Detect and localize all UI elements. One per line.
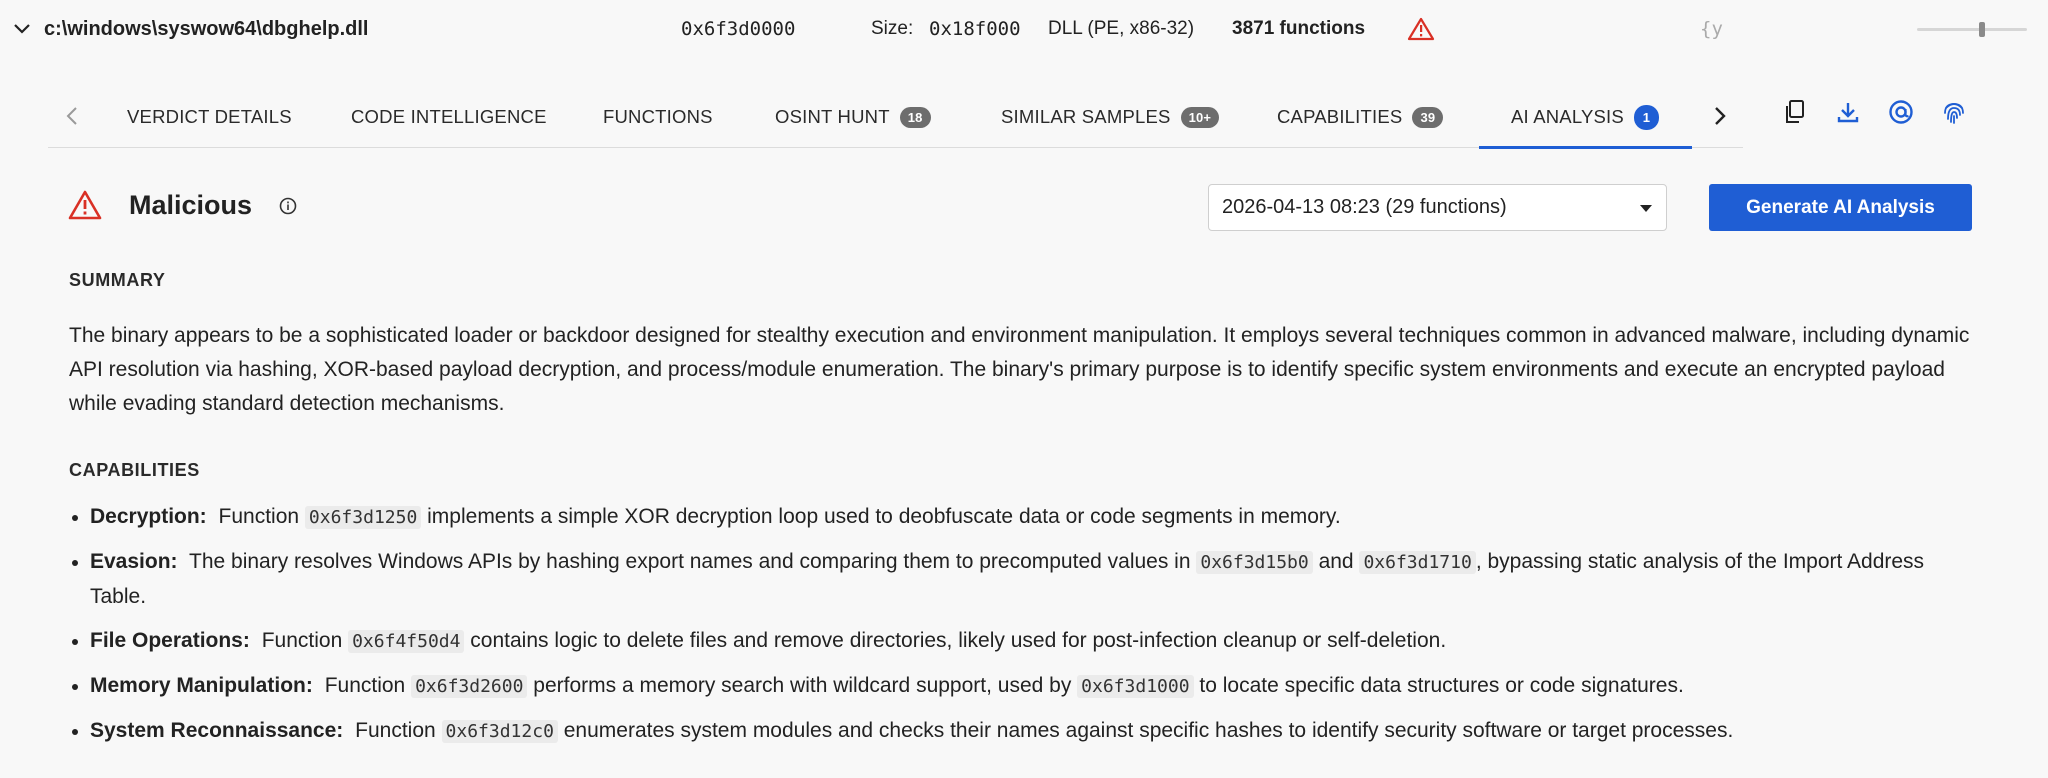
tab-osint-hunt[interactable]: OSINT HUNT 18: [775, 86, 931, 148]
malicious-warning-icon: [68, 190, 102, 225]
chevron-down-icon[interactable]: [10, 0, 34, 58]
capability-text: Function: [355, 719, 442, 742]
capability-text: to locate specific data structures or co…: [1193, 674, 1684, 697]
capability-text: Function: [261, 629, 349, 652]
capability-text: The binary resolves Windows APIs by hash…: [189, 550, 1197, 573]
base-address: 0x6f3d0000: [681, 18, 796, 40]
count-badge: 39: [1412, 106, 1444, 128]
tab-label: FUNCTIONS: [603, 106, 713, 127]
capability-item: Decryption: Function 0x6f3d1250 implemen…: [69, 500, 1979, 535]
caret-down-icon: [1640, 205, 1652, 212]
tab-scroll-right-icon[interactable]: [1706, 100, 1734, 132]
function-address[interactable]: 0x6f3d12c0: [441, 720, 558, 743]
capability-item: Memory Manipulation: Function 0x6f3d2600…: [69, 669, 1979, 704]
download-icon[interactable]: [1828, 92, 1868, 132]
tab-similar-samples[interactable]: SIMILAR SAMPLES 10+: [1001, 86, 1220, 148]
tab-label: CODE INTELLIGENCE: [351, 106, 547, 127]
analysis-version-select[interactable]: 2026-04-13 08:23 (29 functions): [1208, 184, 1667, 231]
function-address[interactable]: 0x6f3d1000: [1077, 675, 1194, 698]
capability-item: System Reconnaissance: Function 0x6f3d12…: [69, 714, 1979, 749]
capability-name: Evasion:: [90, 550, 178, 573]
verdict-title: Malicious: [129, 190, 253, 220]
tab-code-intelligence[interactable]: CODE INTELLIGENCE: [351, 86, 547, 148]
tab-label: SIMILAR SAMPLES: [1001, 106, 1171, 127]
function-count: 3871 functions: [1232, 18, 1366, 39]
capability-name: File Operations:: [90, 629, 250, 652]
size-value: 0x18f000: [929, 18, 1021, 40]
file-path: c:\windows\syswow64\dbghelp.dll: [44, 17, 369, 40]
copy-icon[interactable]: [1775, 92, 1815, 132]
zoom-slider-handle[interactable]: [1979, 21, 1985, 37]
function-address[interactable]: 0x6f3d1250: [304, 506, 422, 529]
json-icon[interactable]: {y: [1700, 0, 1723, 58]
capabilities-heading: CAPABILITIES: [69, 460, 200, 480]
generate-ai-analysis-button[interactable]: Generate AI Analysis: [1709, 184, 1972, 231]
capability-name: Decryption:: [90, 505, 207, 528]
capability-item: Evasion: The binary resolves Windows API…: [69, 545, 1979, 614]
warning-icon: [1407, 0, 1435, 58]
summary-heading: SUMMARY: [69, 270, 166, 290]
capability-text: and: [1312, 550, 1360, 573]
tab-verdict-details[interactable]: VERDICT DETAILS: [127, 86, 292, 148]
capability-text: Function: [218, 505, 305, 528]
tab-ai-analysis[interactable]: AI ANALYSIS 1: [1479, 86, 1692, 149]
capability-text: implements a simple XOR decryption loop …: [421, 505, 1341, 528]
capability-name: System Reconnaissance:: [90, 719, 344, 742]
capability-item: File Operations: Function 0x6f4f50d4 con…: [69, 624, 1979, 659]
size-label: Size:: [871, 18, 914, 39]
info-icon[interactable]: [278, 196, 298, 221]
tab-label: CAPABILITIES: [1277, 106, 1403, 127]
capabilities-list: Decryption: Function 0x6f3d1250 implemen…: [69, 500, 1979, 759]
tab-capabilities[interactable]: CAPABILITIES 39: [1277, 86, 1444, 148]
at-sign-icon[interactable]: [1881, 92, 1921, 132]
capability-text: performs a memory search with wildcard s…: [527, 674, 1078, 697]
count-badge: 10+: [1180, 106, 1220, 128]
function-address[interactable]: 0x6f3d1710: [1359, 551, 1476, 574]
capability-text: contains logic to delete files and remov…: [464, 629, 1447, 652]
tab-label: VERDICT DETAILS: [127, 106, 292, 127]
summary-text: The binary appears to be a sophisticated…: [69, 324, 1970, 415]
function-address[interactable]: 0x6f3d15b0: [1196, 551, 1313, 574]
capability-text: Function: [324, 674, 412, 697]
function-address[interactable]: 0x6f3d2600: [411, 675, 528, 698]
tab-scroll-left-icon[interactable]: [58, 100, 86, 132]
select-value: 2026-04-13 08:23 (29 functions): [1222, 196, 1507, 218]
tab-functions[interactable]: FUNCTIONS: [603, 86, 713, 148]
tab-label: AI ANALYSIS: [1511, 106, 1624, 127]
toolbar-icons: [1775, 92, 1987, 132]
capability-name: Memory Manipulation:: [90, 674, 313, 697]
count-badge: 18: [899, 106, 931, 128]
capability-text: enumerates system modules and checks the…: [557, 719, 1734, 742]
file-type: DLL (PE, x86-32): [1048, 18, 1195, 39]
tab-bar: VERDICT DETAILS CODE INTELLIGENCE FUNCTI…: [48, 86, 1743, 149]
zoom-slider[interactable]: [1917, 0, 2027, 58]
function-address[interactable]: 0x6f4f50d4: [348, 630, 465, 653]
file-header-bar: c:\windows\syswow64\dbghelp.dll 0x6f3d00…: [0, 0, 2048, 58]
count-badge: 1: [1633, 104, 1659, 130]
fingerprint-icon[interactable]: [1934, 92, 1974, 132]
tab-label: OSINT HUNT: [775, 106, 890, 127]
